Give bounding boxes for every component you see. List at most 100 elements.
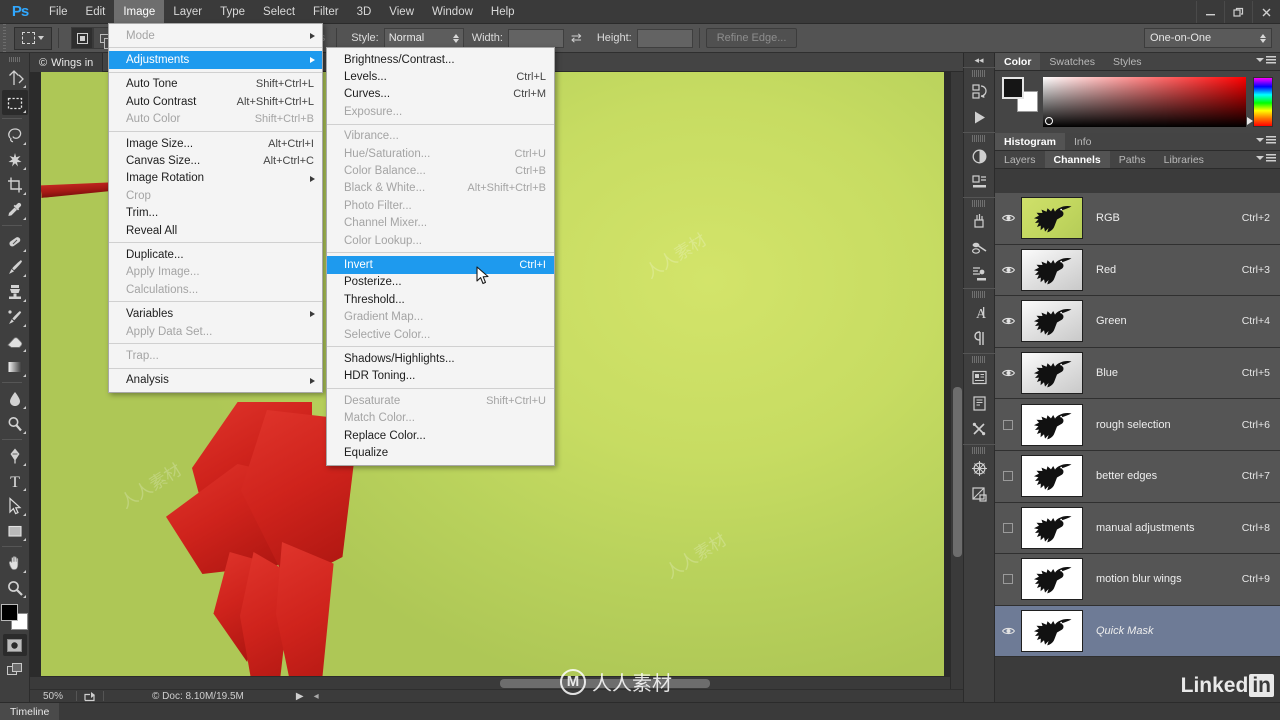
brush-icon[interactable]: [965, 208, 993, 234]
magic-wand-tool[interactable]: [2, 147, 28, 172]
tab-info[interactable]: Info: [1065, 133, 1101, 150]
tab-layers[interactable]: Layers: [995, 151, 1045, 168]
close-icon[interactable]: [1252, 1, 1280, 23]
history-icon[interactable]: [965, 78, 993, 104]
panel-group-gripper[interactable]: [972, 135, 986, 142]
swap-dimensions-icon[interactable]: ⇄: [571, 30, 582, 46]
tab-styles[interactable]: Styles: [1104, 53, 1151, 70]
workspace-select[interactable]: One-on-One: [1144, 28, 1272, 48]
height-input[interactable]: [636, 28, 693, 48]
move-tool[interactable]: [2, 65, 28, 90]
width-input[interactable]: [507, 28, 564, 48]
menu-item-shadows-highlights[interactable]: Shadows/Highlights...: [327, 350, 554, 367]
actions-icon[interactable]: [965, 104, 993, 130]
tab-color[interactable]: Color: [995, 53, 1041, 70]
minimize-icon[interactable]: [1196, 1, 1224, 23]
tab-libraries[interactable]: Libraries: [1155, 151, 1213, 168]
channel-row[interactable]: RGB Ctrl+2: [995, 193, 1280, 245]
toolbar-gripper[interactable]: [0, 53, 30, 65]
gradient-tool[interactable]: [2, 354, 28, 379]
history-brush-tool[interactable]: [2, 304, 28, 329]
menu-filter[interactable]: Filter: [304, 0, 348, 24]
channel-visibility-toggle[interactable]: [995, 193, 1021, 244]
status-collapse-icon[interactable]: ◂: [314, 691, 319, 702]
eraser-tool[interactable]: [2, 329, 28, 354]
channel-thumbnail[interactable]: [1021, 197, 1083, 240]
panel-menu-icon[interactable]: [1256, 154, 1276, 162]
channel-row[interactable]: motion blur wings Ctrl+9: [995, 554, 1280, 606]
menu-item-image-size[interactable]: Image Size... Alt+Ctrl+I: [109, 135, 322, 152]
channel-thumbnail[interactable]: [1021, 403, 1083, 446]
hue-slider[interactable]: [1247, 77, 1273, 127]
channel-visibility-toggle[interactable]: [995, 296, 1021, 347]
menu-item-threshold[interactable]: Threshold...: [327, 291, 554, 308]
menu-item-levels[interactable]: Levels... Ctrl+L: [327, 68, 554, 85]
menu-item-hdr-toning[interactable]: HDR Toning...: [327, 368, 554, 385]
channel-row[interactable]: Green Ctrl+4: [995, 296, 1280, 348]
layer-comps-icon[interactable]: [965, 364, 993, 390]
brush-tool[interactable]: [2, 254, 28, 279]
measurement-icon[interactable]: [965, 416, 993, 442]
menu-item-auto-tone[interactable]: Auto Tone Shift+Ctrl+L: [109, 76, 322, 93]
tab-histogram[interactable]: Histogram: [995, 133, 1065, 150]
eyedropper-tool[interactable]: [2, 197, 28, 222]
type-tool[interactable]: T: [2, 468, 28, 493]
hue-slider-handle[interactable]: [1247, 117, 1253, 125]
channel-visibility-toggle[interactable]: [995, 606, 1021, 657]
channel-visibility-toggle[interactable]: [995, 348, 1021, 399]
color-picker-field[interactable]: [1043, 77, 1246, 127]
hand-tool[interactable]: [2, 550, 28, 575]
share-icon[interactable]: [77, 691, 103, 702]
canvas-horizontal-scrollbar[interactable]: [30, 676, 950, 689]
menu-item-trim[interactable]: Trim...: [109, 205, 322, 222]
tab-swatches[interactable]: Swatches: [1040, 53, 1104, 70]
brush-presets-icon[interactable]: [965, 234, 993, 260]
menu-window[interactable]: Window: [423, 0, 482, 24]
panel-group-gripper[interactable]: [972, 291, 986, 298]
menu-item-analysis[interactable]: Analysis: [109, 372, 322, 389]
menu-image[interactable]: Image: [114, 0, 165, 24]
channel-visibility-toggle[interactable]: [995, 502, 1021, 553]
clone-source-icon[interactable]: [965, 481, 993, 507]
style-select[interactable]: Normal: [383, 28, 464, 48]
paragraph-icon[interactable]: [965, 325, 993, 351]
panel-group-gripper[interactable]: [972, 447, 986, 454]
healing-brush-tool[interactable]: [2, 229, 28, 254]
channel-visibility-toggle[interactable]: [995, 244, 1021, 295]
foreground-color-swatch[interactable]: [1002, 77, 1024, 99]
channel-visibility-toggle[interactable]: [995, 554, 1021, 605]
menu-type[interactable]: Type: [211, 0, 254, 24]
channel-visibility-toggle[interactable]: [995, 399, 1021, 450]
panel-menu-icon[interactable]: [1256, 136, 1276, 144]
menu-item-curves[interactable]: Curves... Ctrl+M: [327, 86, 554, 103]
status-expand-icon[interactable]: ▶: [296, 691, 304, 702]
channel-row[interactable]: manual adjustments Ctrl+8: [995, 502, 1280, 555]
menu-view[interactable]: View: [380, 0, 423, 24]
tool-preset-picker[interactable]: [14, 26, 52, 50]
dodge-tool[interactable]: [2, 411, 28, 436]
channel-row[interactable]: Quick Mask: [995, 605, 1280, 658]
tab-channels[interactable]: Channels: [1044, 151, 1110, 168]
menu-item-auto-contrast[interactable]: Auto Contrast Alt+Shift+Ctrl+L: [109, 93, 322, 110]
rectangular-marquee-tool[interactable]: [1, 90, 28, 115]
pen-tool[interactable]: [2, 443, 28, 468]
channel-thumbnail[interactable]: [1021, 506, 1083, 549]
channel-row[interactable]: Red Ctrl+3: [995, 244, 1280, 297]
tab-timeline[interactable]: Timeline: [0, 702, 60, 720]
menu-edit[interactable]: Edit: [77, 0, 115, 24]
new-selection-button[interactable]: [71, 27, 93, 49]
menu-select[interactable]: Select: [254, 0, 304, 24]
menu-file[interactable]: File: [40, 0, 77, 24]
blur-tool[interactable]: [2, 386, 28, 411]
channel-thumbnail[interactable]: [1021, 248, 1083, 291]
shape-tool[interactable]: [2, 518, 28, 543]
menu-item-reveal-all[interactable]: Reveal All: [109, 222, 322, 239]
properties-icon[interactable]: [965, 169, 993, 195]
channel-thumbnail[interactable]: [1021, 558, 1083, 601]
menu-item-image-rotation[interactable]: Image Rotation: [109, 170, 322, 187]
clone-stamp-tool[interactable]: [2, 279, 28, 304]
menu-item-invert[interactable]: Invert Ctrl+I: [327, 256, 554, 274]
channel-thumbnail[interactable]: [1021, 352, 1083, 395]
tab-paths[interactable]: Paths: [1110, 151, 1155, 168]
channel-thumbnail[interactable]: [1021, 455, 1083, 498]
